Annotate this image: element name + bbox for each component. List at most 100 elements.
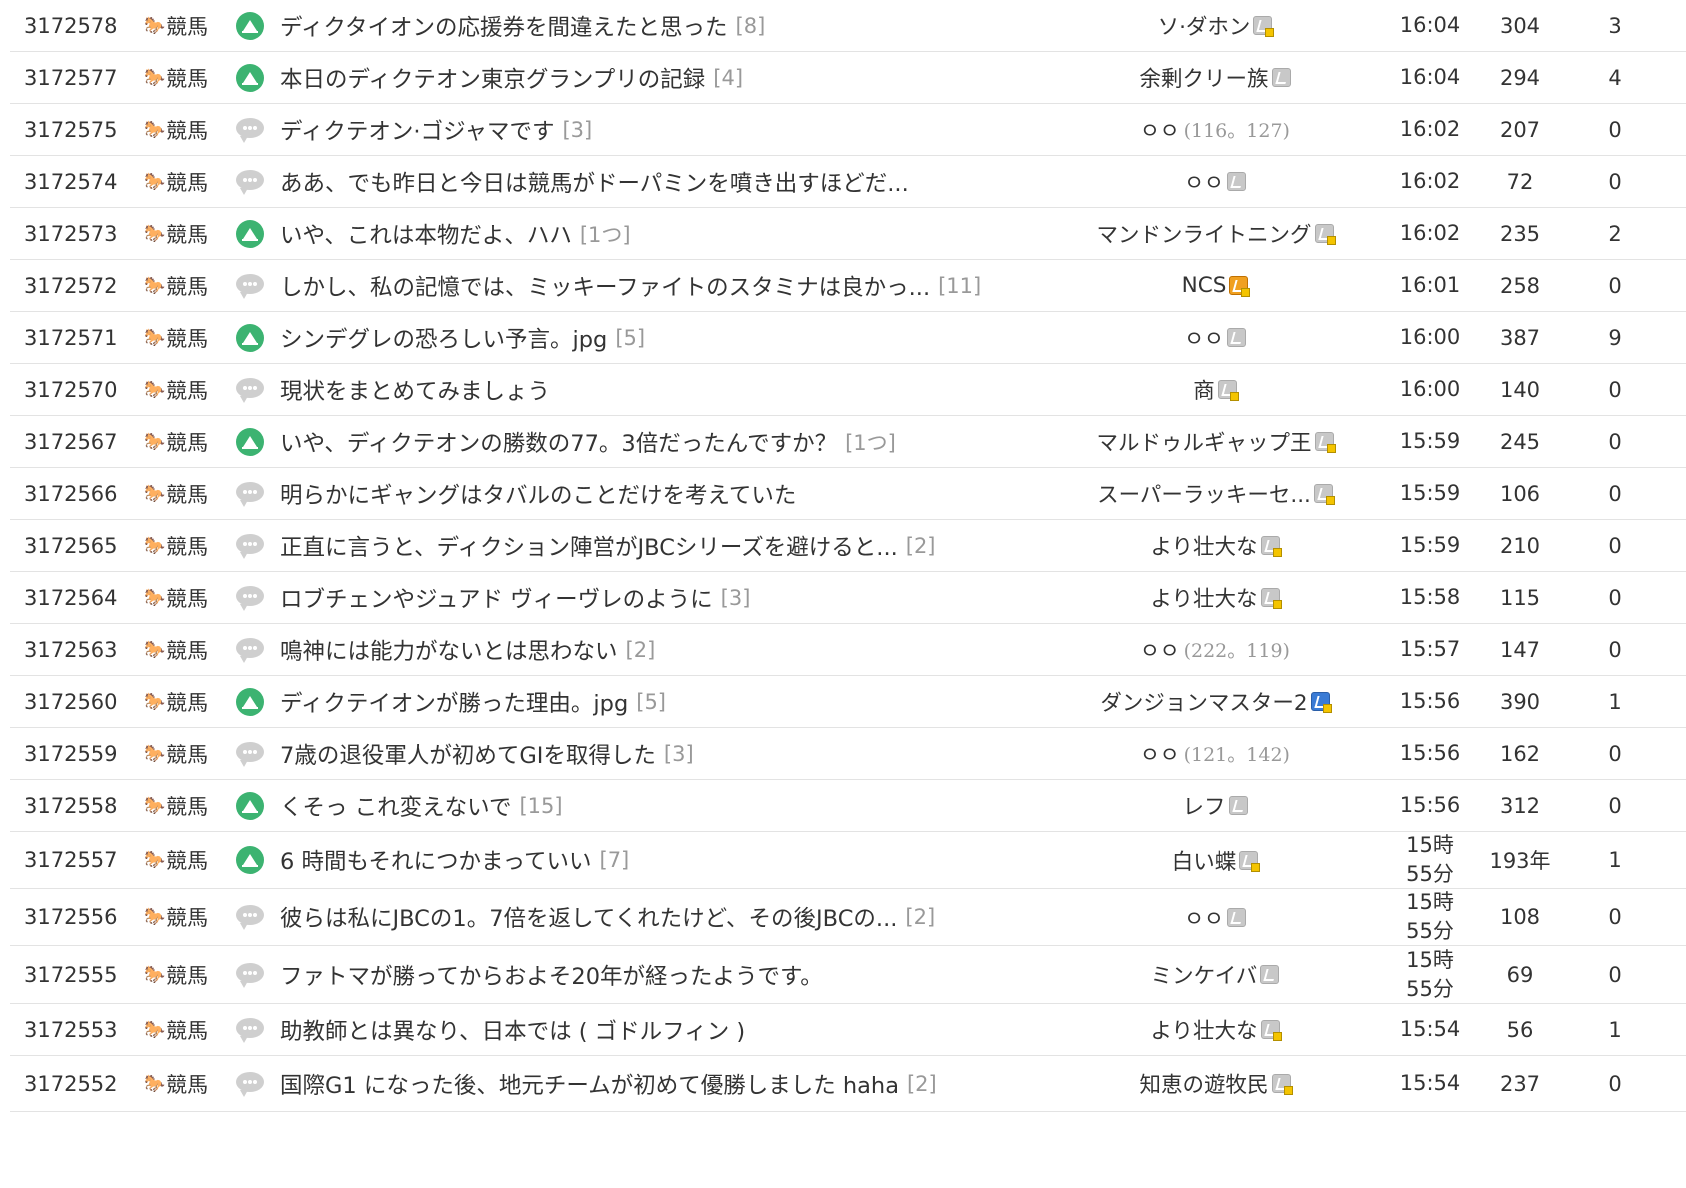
author[interactable]: レフ — [1045, 780, 1385, 831]
post-title-link[interactable]: 現状をまとめてみましょう — [280, 364, 550, 415]
category-label[interactable]: 🐎 競馬 — [144, 156, 208, 207]
category-label[interactable]: 🐎 競馬 — [144, 572, 208, 623]
post-title-link[interactable]: 6 時間もそれにつかまっていい [7] — [280, 832, 629, 888]
table-row[interactable]: 3172572 🐎 競馬 しかし、私の記憶では、ミッキーファイトのスタミナは良かっ..… — [10, 260, 1686, 312]
table-row[interactable]: 3172573 🐎 競馬 いや、これは本物だよ、ハハ [1つ] マンドンライトニング 16:… — [10, 208, 1686, 260]
author-name[interactable]: マルドゥルギャップ王 — [1096, 426, 1311, 457]
author[interactable]: ㅇㅇ (222。119) — [1045, 624, 1385, 675]
category-label[interactable]: 🐎 競馬 — [144, 832, 208, 888]
author[interactable]: マルドゥルギャップ王 — [1045, 416, 1385, 467]
table-row[interactable]: 3172570 🐎 競馬 現状をまとめてみましょう 商 16:00 140 0 — [10, 364, 1686, 416]
post-title[interactable]: シンデグレの恐ろしい予言。jpg — [280, 322, 607, 354]
category-label[interactable]: 🐎 競馬 — [144, 728, 208, 779]
post-title[interactable]: 国際G1 になった後、地元チームが初めて優勝しました haha — [280, 1068, 899, 1100]
category-label[interactable]: 🐎 競馬 — [144, 780, 208, 831]
table-row[interactable]: 3172574 🐎 競馬 ああ、でも昨日と今日は競馬がドーパミンを噴き出すほどだ...… — [10, 156, 1686, 208]
author[interactable]: 余剰クリー族 — [1045, 52, 1385, 103]
comment-count[interactable]: [1つ] — [580, 219, 631, 249]
author-name[interactable]: ㅇㅇ — [1184, 166, 1224, 197]
author-name[interactable]: ミンケイバ — [1151, 959, 1258, 990]
author-name[interactable]: より壮大な — [1150, 582, 1257, 613]
post-title-link[interactable]: いや、これは本物だよ、ハハ [1つ] — [280, 208, 631, 259]
post-title[interactable]: 正直に言うと、ディクション陣営がJBCシリーズを避けると... — [280, 530, 898, 562]
post-title-link[interactable]: 鳴神には能力がないとは思わない [2] — [280, 624, 655, 675]
post-title-link[interactable]: 国際G1 になった後、地元チームが初めて優勝しました haha [2] — [280, 1056, 937, 1111]
author-name[interactable]: ㅇㅇ — [1184, 322, 1224, 353]
comment-count[interactable]: [2] — [906, 534, 936, 558]
author-name[interactable]: NCS — [1182, 273, 1227, 298]
author-name[interactable]: ㅇㅇ — [1184, 902, 1224, 933]
comment-count[interactable]: [3] — [664, 742, 694, 766]
category-label[interactable]: 🐎 競馬 — [144, 1004, 208, 1055]
table-row[interactable]: 3172557 🐎 競馬 6 時間もそれにつかまっていい [7] 白い蝶 15時55分 193… — [10, 832, 1686, 889]
author[interactable]: マンドンライトニング — [1045, 208, 1385, 259]
author-name[interactable]: ㅇㅇ — [1140, 114, 1180, 145]
table-row[interactable]: 3172560 🐎 競馬 ディクテイオンが勝った理由。jpg [5] ダンジョンマスター2… — [10, 676, 1686, 728]
author-name[interactable]: 知恵の遊牧民 — [1139, 1068, 1268, 1099]
comment-count[interactable]: [3] — [562, 118, 592, 142]
post-title-link[interactable]: 助教師とは異なり、日本では ( ゴドルフィン ) — [280, 1004, 745, 1055]
author-name[interactable]: より壮大な — [1150, 1014, 1257, 1045]
table-row[interactable]: 3172571 🐎 競馬 シンデグレの恐ろしい予言。jpg [5] ㅇㅇ 16:00 387 9 — [10, 312, 1686, 364]
comment-count[interactable]: [7] — [600, 848, 630, 872]
post-title-link[interactable]: 正直に言うと、ディクション陣営がJBCシリーズを避けると... [2] — [280, 520, 936, 571]
author-name[interactable]: スーパーラッキーセ... — [1097, 478, 1311, 509]
author-name[interactable]: 白い蝶 — [1172, 845, 1237, 876]
table-row[interactable]: 3172577 🐎 競馬 本日のディクテオン東京グランプリの記録 [4] 余剰クリー族 16… — [10, 52, 1686, 104]
author-name[interactable]: ダンジョンマスター2 — [1100, 686, 1307, 717]
table-row[interactable]: 3172553 🐎 競馬 助教師とは異なり、日本では ( ゴドルフィン ) より壮大な 1… — [10, 1004, 1686, 1056]
category-label[interactable]: 🐎 競馬 — [144, 312, 208, 363]
author[interactable]: ソ·ダホン — [1045, 0, 1385, 51]
post-title[interactable]: いや、これは本物だよ、ハハ — [280, 218, 572, 250]
author-name[interactable]: ㅇㅇ — [1140, 634, 1180, 665]
post-title[interactable]: 本日のディクテオン東京グランプリの記録 — [280, 62, 705, 94]
post-title-link[interactable]: くそっ これ変えないで [15] — [280, 780, 563, 831]
author[interactable]: ㅇㅇ — [1045, 889, 1385, 945]
author[interactable]: 白い蝶 — [1045, 832, 1385, 888]
comment-count[interactable]: [4] — [713, 66, 743, 90]
comment-count[interactable]: [2] — [905, 905, 935, 929]
post-title[interactable]: ファトマが勝ってからおよそ20年が経ったようです。 — [280, 959, 823, 991]
table-row[interactable]: 3172552 🐎 競馬 国際G1 になった後、地元チームが初めて優勝しました hah… — [10, 1056, 1686, 1112]
table-row[interactable]: 3172556 🐎 競馬 彼らは私にJBCの1。7倍を返してくれたけど、その後JBCの… — [10, 889, 1686, 946]
category-label[interactable]: 🐎 競馬 — [144, 946, 208, 1003]
category-label[interactable]: 🐎 競馬 — [144, 624, 208, 675]
author-name[interactable]: 余剰クリー族 — [1139, 62, 1268, 93]
comment-count[interactable]: [2] — [907, 1072, 937, 1096]
table-row[interactable]: 3172578 🐎 競馬 ディクタイオンの応援券を間違えたと思った [8] ソ·ダホン 16… — [10, 0, 1686, 52]
post-title[interactable]: 彼らは私にJBCの1。7倍を返してくれたけど、その後JBCの... — [280, 901, 897, 933]
post-title[interactable]: ロブチェンやジュアド ヴィーヴレのように — [280, 582, 713, 614]
category-label[interactable]: 🐎 競馬 — [144, 364, 208, 415]
category-label[interactable]: 🐎 競馬 — [144, 468, 208, 519]
author[interactable]: 商 — [1045, 364, 1385, 415]
post-title[interactable]: 6 時間もそれにつかまっていい — [280, 844, 592, 876]
author[interactable]: スーパーラッキーセ... — [1045, 468, 1385, 519]
author[interactable]: ㅇㅇ (116。127) — [1045, 104, 1385, 155]
post-title-link[interactable]: 彼らは私にJBCの1。7倍を返してくれたけど、その後JBCの... [2] — [280, 889, 935, 945]
author[interactable]: ㅇㅇ — [1045, 312, 1385, 363]
category-label[interactable]: 🐎 競馬 — [144, 520, 208, 571]
table-row[interactable]: 3172564 🐎 競馬 ロブチェンやジュアド ヴィーヴレのように [3] より壮大な 15… — [10, 572, 1686, 624]
comment-count[interactable]: [2] — [626, 638, 656, 662]
post-title[interactable]: 鳴神には能力がないとは思わない — [280, 634, 618, 666]
author-name[interactable]: ソ·ダホン — [1158, 10, 1251, 41]
author[interactable]: NCS — [1045, 260, 1385, 311]
post-title[interactable]: しかし、私の記憶では、ミッキーファイトのスタミナは良かっ... — [280, 270, 930, 302]
post-title-link[interactable]: 本日のディクテオン東京グランプリの記録 [4] — [280, 52, 743, 103]
post-title-link[interactable]: 7歳の退役軍人が初めてGIを取得した [3] — [280, 728, 694, 779]
post-title-link[interactable]: ああ、でも昨日と今日は競馬がドーパミンを噴き出すほどだ... — [280, 156, 909, 207]
table-row[interactable]: 3172575 🐎 競馬 ディクテオン·ゴジャマです [3] ㅇㅇ (116。127) 16:… — [10, 104, 1686, 156]
category-label[interactable]: 🐎 競馬 — [144, 0, 208, 51]
category-label[interactable]: 🐎 競馬 — [144, 1056, 208, 1111]
post-title-link[interactable]: 明らかにギャングはタバルのことだけを考えていた — [280, 468, 796, 519]
post-title[interactable]: 明らかにギャングはタバルのことだけを考えていた — [280, 478, 796, 510]
post-title-link[interactable]: しかし、私の記憶では、ミッキーファイトのスタミナは良かっ... [11] — [280, 260, 981, 311]
post-title[interactable]: ディクテオン·ゴジャマです — [280, 114, 554, 146]
post-title-link[interactable]: ファトマが勝ってからおよそ20年が経ったようです。 — [280, 946, 823, 1003]
category-label[interactable]: 🐎 競馬 — [144, 676, 208, 727]
author[interactable]: より壮大な — [1045, 1004, 1385, 1055]
author[interactable]: 知恵の遊牧民 — [1045, 1056, 1385, 1111]
post-title-link[interactable]: ロブチェンやジュアド ヴィーヴレのように [3] — [280, 572, 750, 623]
post-title-link[interactable]: ディクテオン·ゴジャマです [3] — [280, 104, 592, 155]
table-row[interactable]: 3172558 🐎 競馬 くそっ これ変えないで [15] レフ 15:56 312 0 — [10, 780, 1686, 832]
